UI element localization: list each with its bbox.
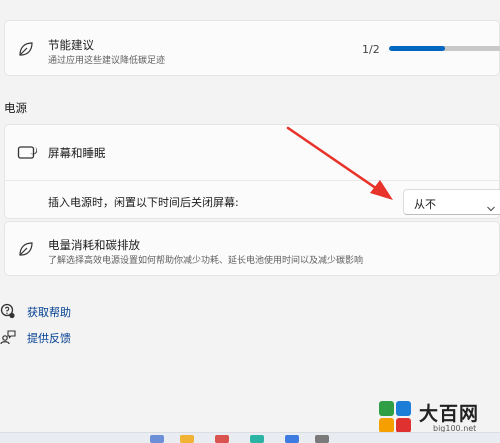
recommendations-progress-bar	[389, 46, 500, 51]
screen-sleep-divider	[5, 180, 499, 181]
feedback-label: 提供反馈	[27, 332, 71, 345]
energy-recommendations-subtitle: 通过应用这些建议降低碳足迹	[48, 56, 166, 66]
screen-sleep-icon	[17, 144, 38, 166]
leaf-icon	[17, 240, 35, 262]
leaf-icon	[17, 40, 35, 62]
feedback-icon	[0, 329, 16, 349]
energy-recommendations-title: 节能建议	[48, 38, 94, 52]
screen-off-timeout-value: 从不	[414, 198, 436, 211]
screen-sleep-card[interactable]: 屏幕和睡眠 插入电源时，闲置以下时间后关闭屏幕: 从不	[4, 124, 500, 219]
chevron-down-icon	[486, 198, 496, 217]
get-help-label: 获取帮助	[27, 306, 71, 319]
screen-sleep-title: 屏幕和睡眠	[48, 146, 106, 160]
screen-off-timeout-select[interactable]: 从不	[403, 189, 500, 215]
power-consumption-title: 电量消耗和碳排放	[48, 238, 140, 252]
taskbar	[0, 432, 500, 443]
feedback-link[interactable]: 提供反馈	[0, 328, 120, 346]
recommendations-progress-fill	[389, 46, 445, 51]
watermark-title: 大百网	[419, 403, 480, 425]
energy-recommendations-card[interactable]: 节能建议 通过应用这些建议降低碳足迹 1/2	[4, 20, 500, 76]
recommendations-progress-text: 1/2	[362, 43, 380, 56]
power-consumption-card[interactable]: 电量消耗和碳排放 了解选择高效电源设置如何帮助你减少功耗、延长电池使用时间以及减…	[4, 221, 500, 276]
power-section-label: 电源	[4, 101, 27, 115]
help-icon	[0, 303, 16, 323]
power-consumption-subtitle: 了解选择高效电源设置如何帮助你减少功耗、延长电池使用时间以及减少碳影响	[48, 256, 364, 266]
screen-off-plugged-in-label: 插入电源时，闲置以下时间后关闭屏幕:	[48, 196, 239, 209]
get-help-link[interactable]: 获取帮助	[0, 302, 120, 320]
